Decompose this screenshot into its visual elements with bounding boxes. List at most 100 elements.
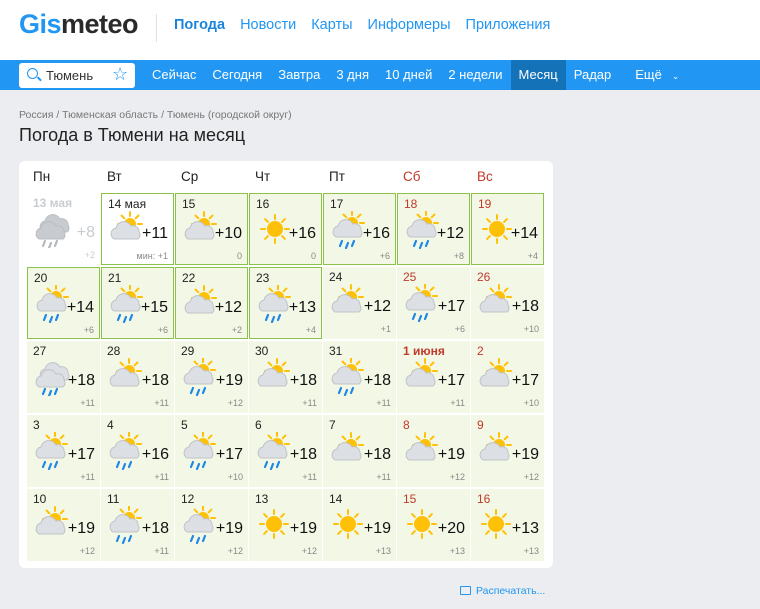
day-cell[interactable]: 8 +19 +12: [397, 415, 470, 487]
min-temp: +13: [449, 546, 465, 556]
max-temp: +14: [66, 299, 94, 316]
max-temp: +12: [363, 298, 391, 315]
tab-3days[interactable]: 3 дня: [328, 60, 377, 90]
day-cell[interactable]: 30 +18 +11: [249, 341, 322, 413]
tab-10days[interactable]: 10 дней: [377, 60, 440, 90]
star-icon[interactable]: ☆: [112, 64, 128, 85]
day-cell[interactable]: 10 +19 +12: [27, 489, 100, 561]
day-number: 9: [477, 418, 484, 432]
day-cell[interactable]: 15 +20 +13: [397, 489, 470, 561]
nav-pogoda[interactable]: Погода: [174, 17, 225, 33]
day-cell[interactable]: 6 +18 +11: [249, 415, 322, 487]
tab-month[interactable]: Месяц: [510, 60, 566, 90]
day-cell[interactable]: 15 +10 0: [175, 193, 248, 265]
sub-nav: Сейчас Сегодня Завтра 3 дня 10 дней 2 не…: [144, 60, 687, 90]
day-cell[interactable]: 4 +16 +11: [101, 415, 174, 487]
day-cell[interactable]: 31 +18 +11: [323, 341, 396, 413]
day-cell[interactable]: 27 +18 +11: [27, 341, 100, 413]
max-temp: +19: [67, 520, 95, 537]
tab-now[interactable]: Сейчас: [144, 60, 204, 90]
nav-news[interactable]: Новости: [240, 17, 296, 33]
min-temp: +2: [231, 325, 242, 335]
day-cell[interactable]: 25 +17 +6: [397, 267, 470, 339]
day-number: 15: [182, 197, 196, 211]
day-cell[interactable]: 1 июня +17 +11: [397, 341, 470, 413]
min-temp: +13: [523, 546, 539, 556]
max-temp: +14: [510, 225, 538, 242]
day-cell[interactable]: 23 +13 +4: [249, 267, 322, 339]
max-temp: +18: [289, 372, 317, 389]
day-cell[interactable]: 7 +18 +11: [323, 415, 396, 487]
day-number: 11: [107, 492, 120, 506]
day-number: 17: [330, 197, 344, 211]
day-cell[interactable]: 20 +14 +6: [27, 267, 100, 339]
day-number: 3: [33, 418, 40, 432]
max-temp: +11: [142, 225, 168, 242]
min-temp: +11: [154, 398, 169, 408]
max-temp: +19: [511, 446, 539, 463]
day-cell[interactable]: 24 +12 +1: [323, 267, 396, 339]
weekday-header: Пн: [33, 169, 51, 184]
day-number: 29: [181, 344, 195, 358]
tab-tomorrow[interactable]: Завтра: [270, 60, 328, 90]
day-number: 12: [181, 492, 195, 506]
min-temp: +12: [227, 546, 243, 556]
max-temp: +20: [437, 520, 465, 537]
day-cell[interactable]: 11 +18 +11: [101, 489, 174, 561]
min-temp: +10: [523, 324, 539, 334]
day-number: 6: [255, 418, 262, 432]
min-temp: +11: [80, 398, 95, 408]
min-temp: +11: [450, 398, 465, 408]
logo[interactable]: Gismeteo: [19, 9, 139, 40]
day-number: 13: [255, 492, 269, 506]
day-cell[interactable]: 14 +19 +13: [323, 489, 396, 561]
tab-2weeks[interactable]: 2 недели: [440, 60, 510, 90]
print-link[interactable]: Распечатать...: [460, 585, 545, 597]
day-number: 25: [403, 270, 417, 284]
max-temp: +18: [289, 446, 317, 463]
breadcrumb[interactable]: Россия / Тюменская область / Тюмень (гор…: [19, 109, 292, 121]
min-temp: мин: +1: [136, 251, 168, 261]
day-number: 28: [107, 344, 121, 358]
day-cell[interactable]: 14 мая +11 мин: +1: [101, 193, 174, 265]
max-temp: +10: [214, 225, 242, 242]
day-cell[interactable]: 5 +17 +10: [175, 415, 248, 487]
day-cell[interactable]: 9 +19 +12: [471, 415, 544, 487]
day-cell[interactable]: 16 +16 0: [249, 193, 322, 265]
max-temp: +16: [141, 446, 169, 463]
day-cell[interactable]: 16 +13 +13: [471, 489, 544, 561]
max-temp: +18: [363, 372, 391, 389]
day-cell[interactable]: 13 мая +8 +2: [27, 193, 100, 265]
nav-informers[interactable]: Информеры: [368, 17, 451, 33]
day-cell[interactable]: 28 +18 +11: [101, 341, 174, 413]
day-cell[interactable]: 18 +12 +8: [397, 193, 470, 265]
day-number: 16: [477, 492, 491, 506]
tab-more[interactable]: Ещё ⌄: [619, 60, 687, 90]
min-temp: +11: [80, 472, 95, 482]
day-cell[interactable]: 13 +19 +12: [249, 489, 322, 561]
max-temp: +18: [67, 372, 95, 389]
nav-maps[interactable]: Карты: [311, 17, 352, 33]
max-temp: +19: [437, 446, 465, 463]
nav-apps[interactable]: Приложения: [466, 17, 551, 33]
tab-radar[interactable]: Радар: [566, 60, 620, 90]
min-temp: +6: [83, 325, 94, 335]
weekday-header: Ср: [181, 169, 199, 184]
day-cell[interactable]: 19 +14 +4: [471, 193, 544, 265]
min-temp: +8: [453, 251, 464, 261]
day-cell[interactable]: 17 +16 +6: [323, 193, 396, 265]
day-cell[interactable]: 21 +15 +6: [101, 267, 174, 339]
tab-today[interactable]: Сегодня: [204, 60, 270, 90]
day-cell[interactable]: 2 +17 +10: [471, 341, 544, 413]
search-input[interactable]: Тюмень ☆: [19, 63, 135, 88]
day-cell[interactable]: 29 +19 +12: [175, 341, 248, 413]
min-temp: +11: [154, 546, 169, 556]
day-cell[interactable]: 22 +12 +2: [175, 267, 248, 339]
day-number: 5: [181, 418, 188, 432]
day-number: 13 мая: [33, 196, 73, 210]
search-value: Тюмень: [46, 68, 94, 83]
day-cell[interactable]: 26 +18 +10: [471, 267, 544, 339]
max-temp: +18: [363, 446, 391, 463]
day-cell[interactable]: 3 +17 +11: [27, 415, 100, 487]
day-cell[interactable]: 12 +19 +12: [175, 489, 248, 561]
